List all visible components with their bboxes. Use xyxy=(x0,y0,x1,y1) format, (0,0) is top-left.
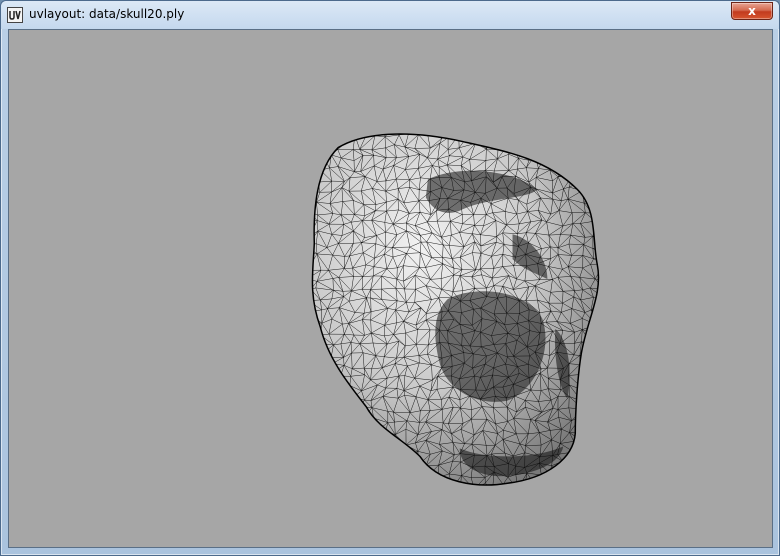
uv-app-icon xyxy=(7,7,23,23)
close-button[interactable]: x xyxy=(731,2,773,20)
window-title: uvlayout: data/skull20.ply xyxy=(29,7,185,21)
3d-viewport[interactable] xyxy=(8,29,773,548)
app-window: uvlayout: data/skull20.ply x xyxy=(0,0,780,556)
title-bar[interactable]: uvlayout: data/skull20.ply x xyxy=(1,1,779,29)
skull-wireframe[interactable] xyxy=(9,30,772,547)
skull-mesh xyxy=(311,133,600,486)
close-icon: x xyxy=(748,4,756,18)
